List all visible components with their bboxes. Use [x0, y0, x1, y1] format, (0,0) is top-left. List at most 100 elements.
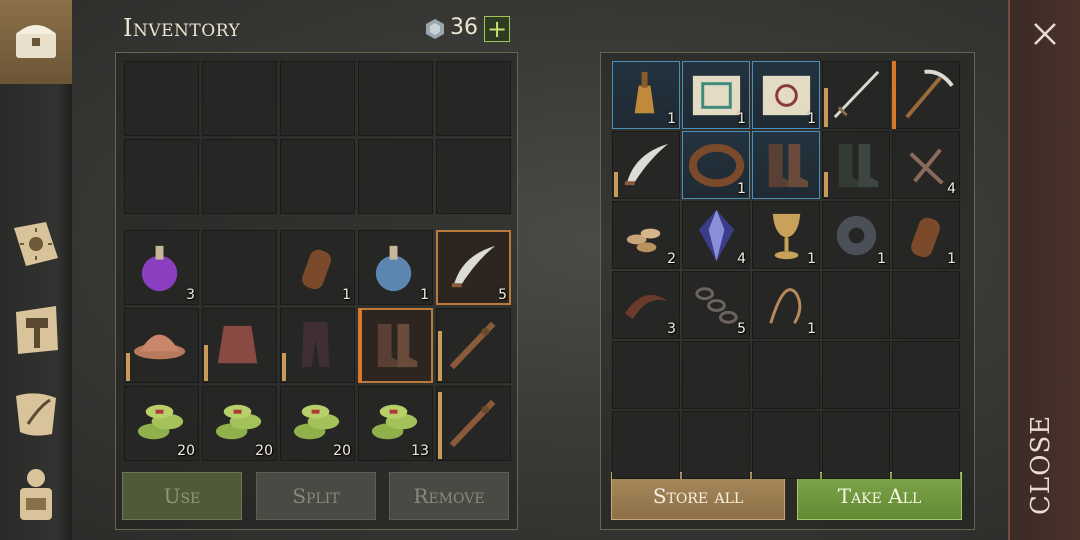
inventory-slot[interactable] [202, 230, 277, 305]
build-hammer-icon[interactable] [6, 300, 66, 360]
storage-slot[interactable]: 5 [682, 271, 750, 339]
inventory-slot[interactable]: 3 [124, 230, 199, 305]
durability-bar [282, 353, 286, 381]
item-count: 20 [333, 443, 351, 459]
storage-slot[interactable]: 1 [752, 201, 820, 269]
storage-slot[interactable]: 2 [612, 201, 680, 269]
inventory-slot[interactable] [202, 308, 277, 383]
storage-slot[interactable]: 1 [822, 201, 890, 269]
inventory-slot[interactable]: 1 [280, 230, 355, 305]
item-count: 1 [342, 287, 351, 303]
storage-slot[interactable] [892, 61, 960, 129]
storage-slot[interactable] [892, 411, 960, 479]
storage-slot[interactable]: 1 [752, 61, 820, 129]
storage-slot[interactable] [892, 341, 960, 409]
inventory-slot[interactable] [124, 308, 199, 383]
sword-icon [825, 64, 888, 127]
storage-slot[interactable]: 1 [612, 61, 680, 129]
inventory-slot[interactable]: 1 [358, 230, 433, 305]
remove-button[interactable]: Remove [389, 472, 509, 520]
spiked-club-icon [442, 314, 505, 377]
storage-slot[interactable] [822, 341, 890, 409]
storage-slot[interactable]: 4 [892, 131, 960, 199]
quest-scroll-icon[interactable] [6, 384, 66, 444]
storage-slot[interactable] [822, 131, 890, 199]
leather-flask-icon [286, 236, 349, 299]
split-button[interactable]: Split [256, 472, 376, 520]
item-count: 1 [737, 181, 746, 197]
durability-bar [204, 345, 208, 381]
inventory-slot[interactable]: 20 [124, 386, 199, 461]
item-count: 13 [411, 443, 429, 459]
store-all-button[interactable]: Store all [611, 472, 785, 520]
purple-potion-icon [130, 236, 193, 299]
close-icon[interactable] [1029, 18, 1061, 50]
storage-slot[interactable] [752, 411, 820, 479]
item-count: 1 [420, 287, 429, 303]
item-count: 5 [498, 287, 507, 303]
item-count: 1 [807, 321, 816, 337]
item-count: 3 [667, 321, 676, 337]
storage-slot[interactable]: 4 [682, 201, 750, 269]
storage-slot[interactable] [612, 131, 680, 199]
chainmail-icon [208, 314, 271, 377]
storage-slot[interactable] [822, 411, 890, 479]
inventory-slot[interactable] [280, 308, 355, 383]
equipment-slot[interactable] [202, 61, 277, 136]
inventory-slot[interactable]: 5 [436, 230, 511, 305]
item-count: 1 [947, 251, 956, 267]
durability-bar [824, 88, 828, 127]
equipment-slot[interactable] [436, 139, 511, 214]
storage-slot[interactable] [682, 411, 750, 479]
storage-slot[interactable] [612, 341, 680, 409]
chest-icon[interactable] [6, 10, 66, 70]
item-count: 3 [186, 287, 195, 303]
storage-slot[interactable] [612, 411, 680, 479]
inventory-slot[interactable]: 13 [358, 386, 433, 461]
item-count: 4 [737, 251, 746, 267]
inventory-slot[interactable]: 20 [280, 386, 355, 461]
dark-boots-icon [825, 134, 888, 197]
equipment-slot[interactable] [124, 61, 199, 136]
item-count: 4 [947, 181, 956, 197]
storage-slot[interactable] [822, 61, 890, 129]
item-count: 1 [667, 111, 676, 127]
storage-slot[interactable]: 3 [612, 271, 680, 339]
item-count: 1 [877, 251, 886, 267]
storage-slot[interactable] [892, 271, 960, 339]
durability-bar [824, 172, 828, 197]
character-backpack-icon[interactable] [6, 464, 66, 524]
use-button[interactable]: Use [122, 472, 242, 520]
blue-potion-icon [364, 236, 427, 299]
durability-bar [126, 353, 130, 381]
equipment-slot[interactable] [436, 61, 511, 136]
equipment-slot[interactable] [280, 61, 355, 136]
storage-slot[interactable]: 1 [682, 61, 750, 129]
equipment-slot[interactable] [358, 139, 433, 214]
storage-slot[interactable]: 1 [752, 271, 820, 339]
equipment-slot[interactable] [358, 61, 433, 136]
storage-slot[interactable]: 1 [682, 131, 750, 199]
storage-slot[interactable]: 1 [892, 201, 960, 269]
add-currency-button[interactable]: + [484, 16, 510, 42]
item-count: 20 [177, 443, 195, 459]
storage-slot[interactable] [682, 341, 750, 409]
equipment-slot[interactable] [124, 139, 199, 214]
storage-slot[interactable] [752, 131, 820, 199]
close-label[interactable]: CLOSE [1026, 415, 1056, 515]
inventory-slot[interactable] [436, 308, 511, 383]
equipment-slot[interactable] [202, 139, 277, 214]
storage-slot[interactable] [752, 341, 820, 409]
take-all-button[interactable]: Take All [797, 472, 962, 520]
durability-bar [438, 331, 442, 381]
equipment-slot[interactable] [280, 139, 355, 214]
crafting-book-icon[interactable] [6, 214, 66, 274]
item-count: 2 [667, 251, 676, 267]
storage-slot[interactable] [822, 271, 890, 339]
inventory-slot[interactable]: 20 [202, 386, 277, 461]
leather-boots-icon [755, 134, 818, 197]
pickaxe-icon [895, 64, 958, 127]
inventory-slot[interactable] [436, 386, 511, 461]
inventory-title: Inventory [123, 14, 241, 42]
inventory-slot[interactable] [358, 308, 433, 383]
